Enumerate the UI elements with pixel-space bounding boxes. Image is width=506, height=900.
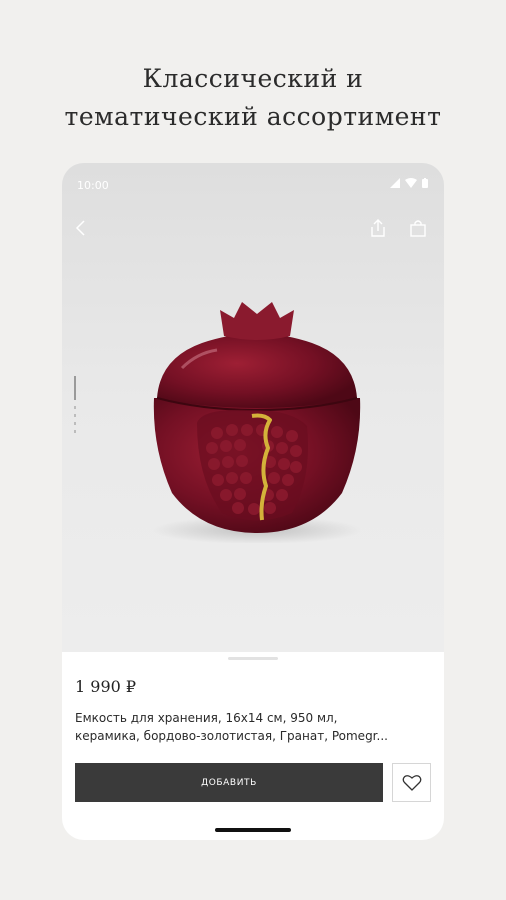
gallery-dot: [74, 406, 76, 409]
wifi-icon: [405, 178, 417, 188]
gallery-dot-active: [74, 376, 76, 400]
promo-headline: Классический и тематический ассортимент: [0, 60, 506, 136]
wishlist-button[interactable]: [392, 763, 431, 802]
add-to-cart-button[interactable]: ДОБАВИТЬ: [75, 763, 383, 802]
status-time: 10:00: [77, 179, 109, 192]
phone-screen: 10:00 1 990 ₽ Емкость для хранения, 16х1…: [62, 163, 444, 840]
home-indicator: [215, 828, 291, 832]
sheet-drag-handle[interactable]: [228, 657, 278, 660]
gallery-dot: [74, 414, 76, 417]
heart-icon: [402, 774, 421, 791]
product-title: Емкость для хранения, 16х14 см, 950 мл, …: [75, 709, 435, 745]
status-icons: [390, 178, 428, 188]
status-bar: 10:00: [62, 163, 444, 207]
back-icon[interactable]: [72, 218, 92, 238]
product-sheet: 1 990 ₽ Емкость для хранения, 16х14 см, …: [62, 652, 444, 840]
gallery-dot: [74, 422, 76, 425]
gallery-dot: [74, 430, 76, 433]
signal-icon: [390, 178, 400, 188]
product-title-line-1: Емкость для хранения, 16х14 см, 950 мл,: [75, 711, 338, 725]
product-price: 1 990 ₽: [75, 677, 137, 696]
bag-icon[interactable]: [408, 218, 428, 238]
pomegranate-jar-image: [152, 302, 362, 543]
battery-icon: [422, 178, 428, 188]
gallery-indicator: [73, 376, 77, 436]
product-title-line-2: керамика, бордово-золотистая, Гранат, Po…: [75, 729, 388, 743]
headline-line-1: Классический и: [142, 64, 364, 93]
headline-line-2: тематический ассортимент: [64, 102, 442, 131]
share-icon[interactable]: [368, 218, 388, 238]
